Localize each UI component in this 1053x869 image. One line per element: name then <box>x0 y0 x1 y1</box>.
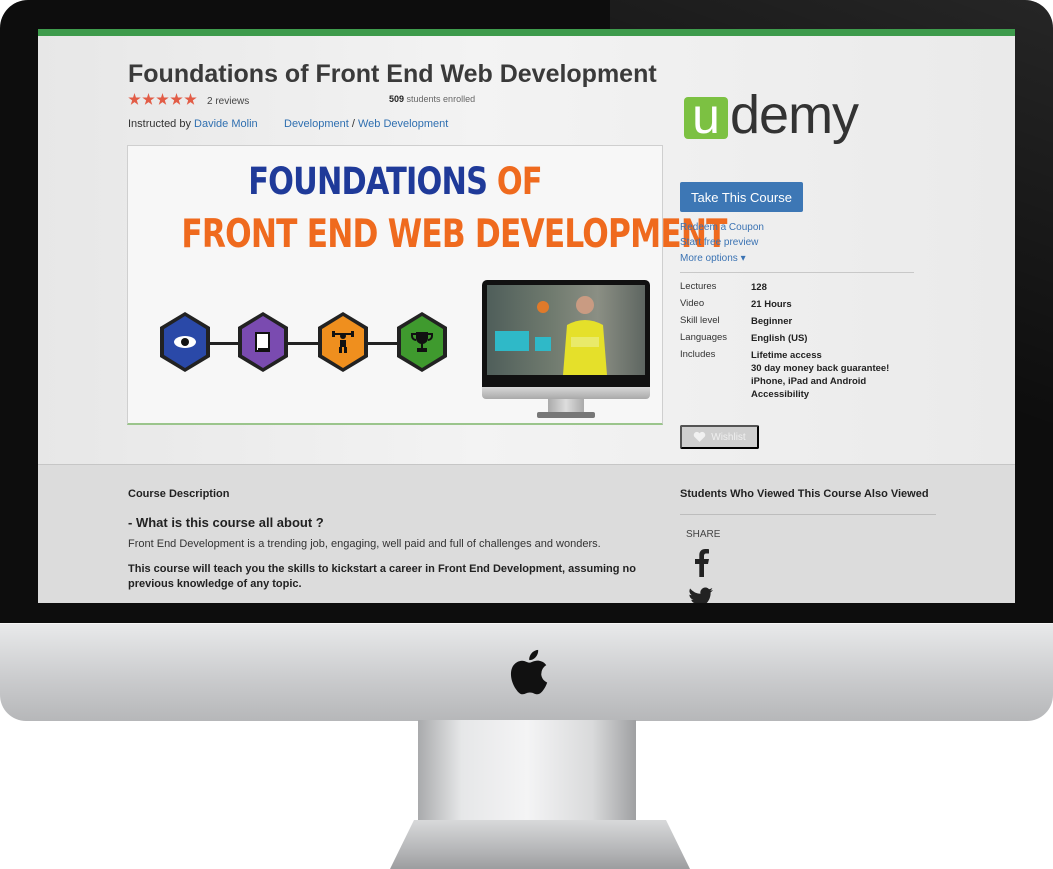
facebook-icon[interactable] <box>692 547 710 577</box>
sidebar-divider <box>680 272 914 273</box>
mini-imac-chin <box>482 387 650 399</box>
spec-row-includes: Includes Lifetime access 30 day money ba… <box>680 349 889 401</box>
book-hex <box>238 312 288 372</box>
heart-icon <box>694 431 706 442</box>
weightlifter-hex <box>318 312 368 372</box>
spec-label: Skill level <box>680 315 720 326</box>
mini-imac-neck <box>548 399 584 413</box>
instructor-link[interactable]: Davide Molin <box>194 118 258 130</box>
course-promo-image[interactable]: FOUNDATIONS OF FRONT END WEB DEVELOPMENT <box>127 145 727 425</box>
weightlifter-icon <box>332 331 354 353</box>
redeem-coupon-link[interactable]: Redeem a Coupon <box>680 222 764 233</box>
course-description-section: Course Description - What is this course… <box>38 464 1015 603</box>
instructor-video-frame <box>487 285 645 375</box>
book-icon <box>255 332 270 352</box>
spec-label: Includes <box>680 349 716 360</box>
spec-value: English (US) <box>751 333 808 344</box>
promo-word-foundations: FOUNDATIONS <box>248 160 488 203</box>
star-icon <box>156 93 169 105</box>
promo-video-thumbnail <box>482 280 650 423</box>
wishlist-label: Wishlist <box>711 431 746 443</box>
breadcrumb-separator: / <box>348 118 358 130</box>
promo-word-of: OF <box>487 160 543 203</box>
description-paragraph: Front End Development is a trending job,… <box>128 538 601 550</box>
eye-icon <box>174 336 196 348</box>
rating-stars <box>128 93 197 106</box>
skill-path <box>160 312 447 374</box>
course-hero: Foundations of Front End Web Development… <box>38 36 1015 464</box>
description-question: - What is this course all about ? <box>128 515 324 530</box>
include-item: Accessibility <box>751 389 810 400</box>
logo-word-demy: demy <box>730 85 859 145</box>
star-icon <box>184 93 197 105</box>
mini-imac-base <box>537 412 595 418</box>
include-item: 30 day money back guarantee! <box>751 363 890 374</box>
browser-screen: Foundations of Front End Web Development… <box>38 29 1015 603</box>
description-heading: Course Description <box>128 488 230 500</box>
apple-logo-icon <box>510 649 548 695</box>
eye-hex-fill <box>164 316 206 368</box>
free-preview-link[interactable]: Start free preview <box>680 237 758 248</box>
category-link[interactable]: Development <box>284 118 349 130</box>
star-icon <box>128 93 141 105</box>
spec-value-list: Lifetime access 30 day money back guaran… <box>751 349 889 401</box>
include-item: Lifetime access <box>751 350 822 361</box>
also-viewed-divider <box>680 514 936 515</box>
include-item: iPhone, iPad and Android <box>751 376 867 387</box>
promo-headline-1: FOUNDATIONS OF <box>176 160 614 203</box>
more-options-link[interactable]: More options ▾ <box>680 253 746 264</box>
breadcrumb: Development / Web Development <box>284 118 448 130</box>
enrolled-number: 509 <box>389 94 405 104</box>
twitter-icon[interactable] <box>688 587 714 603</box>
imac-stand-neck <box>418 720 636 830</box>
weightlifter-hex-fill <box>322 316 364 368</box>
also-viewed-heading: Students Who Viewed This Course Also Vie… <box>680 488 929 500</box>
spec-row-languages: Languages English (US) <box>680 332 889 345</box>
take-course-button[interactable]: Take This Course <box>680 182 803 212</box>
trophy-hex <box>397 312 447 372</box>
trophy-icon <box>411 332 433 352</box>
udemy-logo: u demy <box>684 85 860 145</box>
enrolled-count: 509 students enrolled <box>389 94 475 104</box>
spec-value: Beginner <box>751 316 793 327</box>
path-line <box>180 342 425 345</box>
wishlist-button[interactable]: Wishlist <box>680 425 759 449</box>
top-accent-bar <box>38 29 1015 36</box>
imac-stand-base <box>390 820 690 869</box>
logo-letter-u: u <box>692 88 720 144</box>
spec-label: Languages <box>680 332 728 343</box>
spec-label: Lectures <box>680 281 717 292</box>
eye-hex <box>160 312 210 372</box>
instructor-figure-icon <box>495 296 607 375</box>
enrolled-label: students enrolled <box>404 94 476 104</box>
subcategory-link[interactable]: Web Development <box>358 118 448 130</box>
spec-row-video: Video 21 Hours <box>680 298 889 311</box>
spec-label: Video <box>680 298 705 309</box>
spec-value: 128 <box>751 282 767 293</box>
trophy-hex-fill <box>401 316 443 368</box>
star-icon <box>142 93 155 105</box>
instructor-line: Instructed by Davide Molin <box>128 118 258 130</box>
mini-imac-screen <box>482 280 650 392</box>
share-label: SHARE <box>686 529 721 540</box>
course-specs: Lectures 128 Video 21 Hours Skill level … <box>680 281 889 405</box>
spec-value: 21 Hours <box>751 299 792 310</box>
reviews-link[interactable]: 2 reviews <box>207 96 249 107</box>
course-title: Foundations of Front End Web Development <box>128 60 657 88</box>
instructed-prefix: Instructed by <box>128 118 195 130</box>
spec-row-lectures: Lectures 128 <box>680 281 889 294</box>
star-icon <box>170 93 183 105</box>
description-bold: This course will teach you the skills to… <box>128 563 636 590</box>
promo-headline-2: FRONT END WEB DEVELOPMENT <box>181 212 727 257</box>
book-hex-fill <box>242 316 284 368</box>
spec-row-skill: Skill level Beginner <box>680 315 889 328</box>
